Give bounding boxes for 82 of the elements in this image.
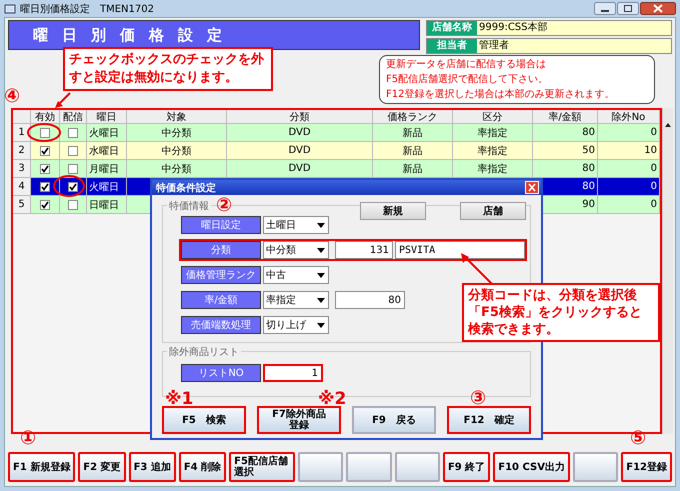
row-number: 2 — [13, 142, 31, 160]
checkbox[interactable] — [40, 182, 50, 192]
checkbox[interactable] — [40, 146, 50, 156]
code-field[interactable]: 131 — [335, 241, 393, 259]
amount-field[interactable]: 80 — [335, 291, 405, 309]
checkbox[interactable] — [40, 164, 50, 174]
dialog-button[interactable]: F12 確定 — [447, 406, 531, 434]
name-field[interactable]: PSVITA — [395, 241, 525, 259]
dropdown[interactable]: 中分類 — [263, 241, 329, 259]
function-key-button[interactable]: F2 変更 — [78, 452, 126, 482]
row-number: 5 — [13, 196, 31, 214]
dialog-title: 特価条件設定 — [156, 181, 216, 194]
caret-icon — [317, 222, 325, 228]
table-row[interactable]: 3 月曜日 中分類 DVD 新品 率指定 80 0 — [13, 160, 660, 178]
field-label: 曜日設定 — [181, 216, 261, 234]
checkbox[interactable] — [68, 200, 78, 210]
dropdown[interactable]: 切り上げ — [263, 316, 329, 334]
empty-key-button[interactable] — [394, 452, 440, 482]
function-key-button[interactable]: F3 追加 — [128, 452, 176, 482]
list-no-field[interactable]: 1 — [263, 364, 323, 382]
caret-icon — [317, 298, 325, 302]
checkbox[interactable] — [40, 128, 50, 138]
notice-box: 更新データを店舗に配信する場合は F5配信店舗選択で配信して下さい。 F12登録を選択した場合は本部のみ更新されます。 — [379, 54, 655, 104]
checkbox[interactable] — [68, 146, 78, 156]
screen-title: 曜日別価格設定 — [8, 20, 420, 50]
function-key-button[interactable]: F10 CSV出力 — [493, 452, 570, 482]
table-cell: 日曜日 — [87, 196, 127, 214]
row-number: 3 — [13, 160, 31, 178]
checkbox[interactable] — [40, 200, 50, 210]
dialog-button[interactable]: F9 戻る — [352, 406, 436, 434]
function-key-button[interactable]: F4 削除 — [178, 452, 226, 482]
field-label: 率/金額 — [181, 291, 261, 309]
empty-key-button[interactable] — [346, 452, 392, 482]
callout: 分類コードは、分類を選択後「F5検索」をクリックすると検索できます。 — [462, 283, 660, 342]
note-mark: ※2 — [318, 390, 346, 408]
dialog-button[interactable]: 店舗 — [460, 202, 526, 220]
field-label: リストNO — [181, 364, 261, 382]
dropdown[interactable]: 率指定 — [263, 291, 329, 309]
checkbox[interactable] — [68, 164, 78, 174]
caret-icon — [317, 272, 325, 278]
empty-key-button[interactable] — [572, 452, 618, 482]
window-title: 曜日別価格設定 TMEN1702 — [20, 2, 154, 16]
function-key-button[interactable]: F9 終了 — [442, 452, 490, 482]
caret-icon — [317, 322, 325, 328]
row-number: 1 — [13, 124, 31, 142]
empty-key-button[interactable] — [298, 452, 344, 482]
group-label: 特価情報 — [167, 199, 211, 213]
highlight-ellipse — [53, 175, 85, 197]
group-label: 除外商品リスト — [167, 345, 241, 359]
field-label: 価格管理ランク — [181, 266, 261, 284]
callout: チェックボックスのチェックを外すと設定は無効になります。 — [63, 47, 273, 91]
dialog-button[interactable]: F5 検索 — [162, 406, 246, 434]
table-row[interactable]: 1 火曜日 中分類 DVD 新品 率指定 80 0 — [13, 124, 660, 142]
step-number: ② — [216, 195, 232, 216]
function-key-button[interactable]: F1 新規登録 — [8, 452, 76, 482]
maximize-icon[interactable] — [617, 2, 639, 15]
field-value: 管理者 — [477, 39, 671, 53]
dialog-button[interactable]: 新規 — [360, 202, 426, 220]
field-value: 9999:CSS本部 — [477, 21, 671, 35]
table-cell: 0 — [598, 196, 660, 214]
function-key-button[interactable]: F12登録 — [621, 452, 672, 482]
checkbox[interactable] — [68, 128, 78, 138]
field-label: 担当者 — [427, 39, 477, 53]
app-icon — [4, 4, 16, 14]
row-number: 4 — [13, 178, 31, 196]
step-number: ④ — [4, 86, 20, 107]
caret-icon — [317, 248, 325, 252]
scrollbar[interactable] — [662, 108, 673, 434]
field-label: 分類 — [181, 241, 261, 259]
dropdown[interactable]: 中古 — [263, 266, 329, 284]
checkbox[interactable] — [68, 182, 78, 192]
highlight-ellipse — [27, 123, 61, 142]
close-icon[interactable] — [640, 2, 676, 15]
field-label: 売価端数処理 — [181, 316, 261, 334]
minimize-icon[interactable] — [594, 2, 616, 15]
field-label: 店舗名称 — [427, 21, 477, 35]
table-row[interactable]: 2 水曜日 中分類 DVD 新品 率指定 50 10 — [13, 142, 660, 160]
step-number: ③ — [470, 388, 486, 409]
note-mark: ※1 — [165, 390, 194, 408]
dropdown[interactable]: 土曜日 — [263, 216, 329, 234]
function-key-button[interactable]: F5配信店舗選択 — [229, 452, 296, 482]
dialog-button[interactable]: F7除外商品登録 — [257, 406, 341, 434]
